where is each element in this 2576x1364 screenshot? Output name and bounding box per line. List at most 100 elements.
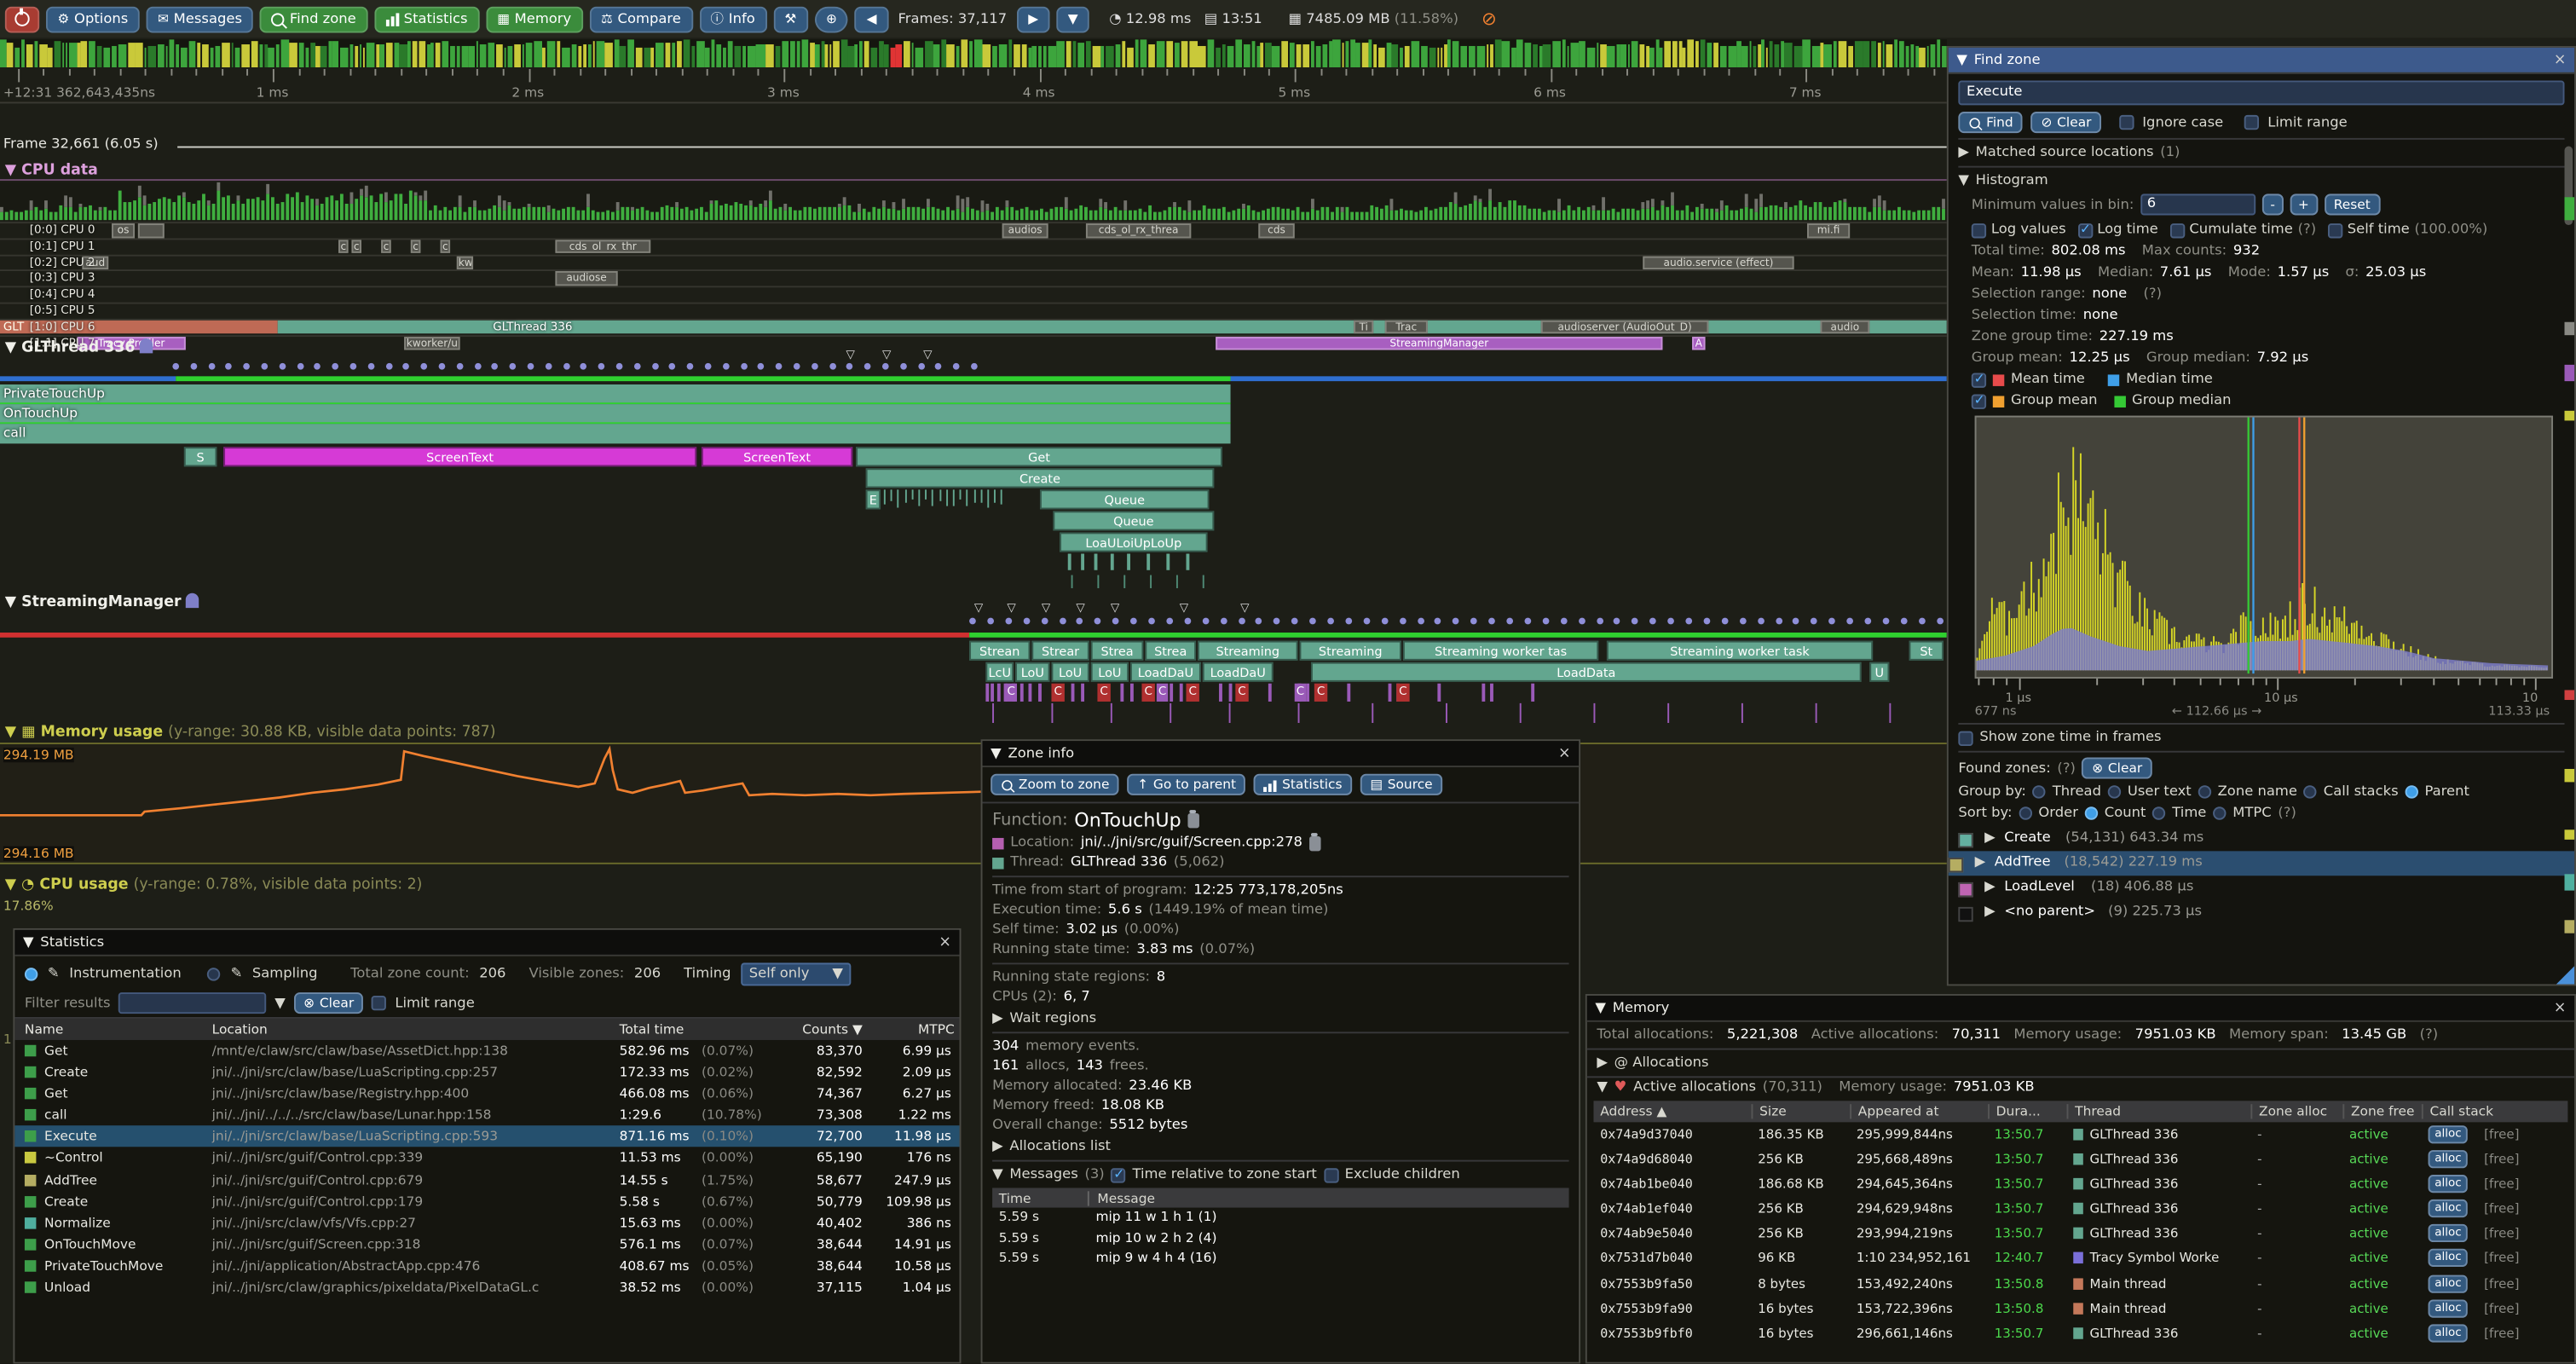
zone-bar[interactable]: U <box>1869 662 1889 682</box>
tiny-zone[interactable] <box>1306 684 1309 702</box>
frame-overview-strip[interactable] <box>0 39 1947 67</box>
column-header[interactable]: Location <box>212 1022 609 1037</box>
cpu-zone[interactable]: c <box>381 240 391 253</box>
next-frame-button[interactable]: ▶ <box>1017 6 1050 32</box>
allocation-row[interactable]: 0x74a9d37040186.35 KB295,999,844ns13:50.… <box>1593 1122 2567 1147</box>
found-clear-button[interactable]: ⊗Clear <box>2082 757 2152 778</box>
tiny-zone[interactable] <box>1170 684 1173 702</box>
statistics-button[interactable]: Statistics <box>374 6 479 32</box>
messages-expander[interactable]: ▼Messages(3) Time relative to zone start… <box>992 1166 1568 1182</box>
cpu-zone[interactable]: Ti <box>1354 320 1373 333</box>
tiny-zone[interactable]: C <box>1141 684 1154 702</box>
streaming-track[interactable]: ▽▽▽▽▽▽▽StreanStrearStreaStreaStreamingSt… <box>0 601 1947 729</box>
cumulate-checkbox[interactable] <box>2169 223 2184 237</box>
cpu-zone[interactable]: audiose <box>555 272 617 286</box>
find-button[interactable]: Find <box>1958 112 2023 133</box>
allocation-row[interactable]: 0x74ab1ef040256 KB294,629,948ns13:50.7GL… <box>1593 1197 2567 1222</box>
tiny-zone[interactable] <box>1038 684 1042 702</box>
zone-bar[interactable] <box>0 404 1231 424</box>
statistics-row[interactable]: Unloadjni/../jni/src/claw/graphics/pixel… <box>14 1277 959 1298</box>
zone-bar[interactable]: E <box>866 489 881 509</box>
zone-bar[interactable]: St <box>1909 641 1944 661</box>
filter-funnel-icon[interactable]: ▼ <box>274 995 286 1011</box>
memory-plot[interactable] <box>0 744 1947 863</box>
found-zone-row[interactable]: ▶Create(54,131) 643.34 ms <box>1958 826 2564 851</box>
glthread-track[interactable]: ▽▽▽PrivateTouchUpOnTouchUpcallSScreenTex… <box>0 349 1947 595</box>
alloc-callstack-button[interactable]: alloc <box>2429 1199 2469 1217</box>
power-button[interactable] <box>5 6 39 32</box>
message-marker-icon[interactable]: ▽ <box>1007 601 1015 614</box>
show-zone-time-checkbox[interactable] <box>1958 731 1972 745</box>
allocation-row[interactable]: 0x7531d7b04096 KB1:10 234,952,16112:40.7… <box>1593 1246 2567 1271</box>
min-bin-plus-button[interactable]: + <box>2290 194 2317 215</box>
sort-by-radio[interactable] <box>2085 806 2098 819</box>
close-icon[interactable]: × <box>939 934 951 951</box>
group-checkbox[interactable] <box>1972 394 1986 408</box>
zone-bar[interactable]: Create <box>866 468 1215 488</box>
statistics-row[interactable]: Getjni/../jni/src/claw/base/Registry.hpp… <box>14 1083 959 1104</box>
tiny-zone[interactable] <box>997 684 1001 702</box>
cpu-zone[interactable]: c <box>351 240 361 253</box>
column-header[interactable]: Message <box>1088 1190 1155 1205</box>
column-header[interactable]: Time <box>999 1190 1031 1205</box>
messages-button[interactable]: ✉Messages <box>146 6 253 32</box>
tiny-zone[interactable] <box>1437 684 1441 702</box>
log-values-checkbox[interactable] <box>1972 223 1986 237</box>
tiny-zone[interactable]: C <box>1097 684 1110 702</box>
alloc-callstack-button[interactable]: alloc <box>2429 1125 2469 1143</box>
cpu-zone[interactable]: audioserver (AudioOut_D) <box>1541 320 1709 333</box>
find-zone-button[interactable]: Find zone <box>260 6 367 32</box>
column-header[interactable]: Address ▲ <box>1600 1104 1666 1118</box>
collapse-icon[interactable]: ▼ <box>1956 52 1967 68</box>
tiny-zone[interactable] <box>1081 684 1084 702</box>
zone-bar[interactable]: S <box>184 447 217 466</box>
sort-by-radio[interactable] <box>2152 806 2165 819</box>
min-bin-minus-button[interactable]: - <box>2262 194 2284 215</box>
message-marker-icon[interactable]: ▽ <box>923 349 932 361</box>
compare-button[interactable]: ⚖Compare <box>589 6 692 32</box>
tiny-zone[interactable] <box>1180 684 1183 702</box>
prev-frame-button[interactable]: ◀ <box>855 6 888 32</box>
tiny-zone[interactable] <box>1389 684 1392 702</box>
statistics-row[interactable]: PrivateTouchMovejni/../jni/application/A… <box>14 1255 959 1276</box>
time-relative-checkbox[interactable] <box>1111 1167 1125 1182</box>
zone-bar[interactable]: Strea <box>1091 641 1144 661</box>
tiny-zone[interactable] <box>1481 684 1485 702</box>
statistics-row[interactable]: Executejni/../jni/src/claw/base/LuaScrip… <box>14 1126 959 1147</box>
zone-bar[interactable]: LoadDaU <box>1130 662 1201 682</box>
zone-bar[interactable]: Streaming <box>1198 641 1298 661</box>
group-by-radio[interactable] <box>2198 785 2210 798</box>
min-bin-input[interactable]: 6 <box>2140 194 2255 215</box>
message-row[interactable]: 5.59 smip 11 w 1 h 1 (1) <box>992 1208 1568 1228</box>
tiny-zone[interactable] <box>1490 684 1493 702</box>
statistics-row[interactable]: ~Controljni/../jni/src/guif/Control.cpp:… <box>14 1147 959 1169</box>
self-time-checkbox[interactable] <box>2328 223 2342 237</box>
zone-bar[interactable]: LoadDaU <box>1203 662 1274 682</box>
alloc-callstack-button[interactable]: alloc <box>2429 1150 2469 1168</box>
search-input[interactable]: Execute <box>1958 80 2564 105</box>
allocation-row[interactable]: 0x74ab9e5040256 KB293,994,219ns13:50.7GL… <box>1593 1222 2567 1246</box>
column-header[interactable]: Counts ▼ <box>783 1022 863 1037</box>
memory-table-header[interactable]: Address ▲SizeAppeared atDura...ThreadZon… <box>1593 1101 2567 1122</box>
fz-limit-range-checkbox[interactable] <box>2244 115 2259 130</box>
cpu-zone[interactable]: mi.fi <box>1807 223 1850 237</box>
tiny-zone[interactable] <box>1347 684 1350 702</box>
close-icon[interactable]: × <box>1558 745 1571 761</box>
column-header[interactable]: Thread <box>2067 1104 2122 1118</box>
tiny-zone[interactable]: C <box>1235 684 1248 702</box>
find-zone-histogram[interactable] <box>1975 416 2553 679</box>
message-marker-icon[interactable]: ▽ <box>846 349 855 361</box>
tiny-zone[interactable] <box>1229 684 1233 702</box>
info-button[interactable]: ⓘInfo <box>699 6 766 32</box>
tiny-zone[interactable]: C <box>1006 684 1017 702</box>
message-row[interactable]: 5.59 smip 9 w 4 h 4 (16) <box>992 1249 1568 1269</box>
tiny-zone[interactable] <box>1219 684 1222 702</box>
tiny-zone[interactable] <box>985 684 989 702</box>
column-header[interactable]: Appeared at <box>1850 1104 1938 1118</box>
exclude-children-checkbox[interactable] <box>1324 1167 1338 1182</box>
zone-bar[interactable]: Get <box>856 447 1222 466</box>
group-by-radio[interactable] <box>2304 785 2317 798</box>
copy-icon[interactable] <box>1187 812 1198 827</box>
cpu-zone[interactable]: os <box>112 223 135 237</box>
column-header[interactable]: Size <box>1752 1104 1787 1118</box>
